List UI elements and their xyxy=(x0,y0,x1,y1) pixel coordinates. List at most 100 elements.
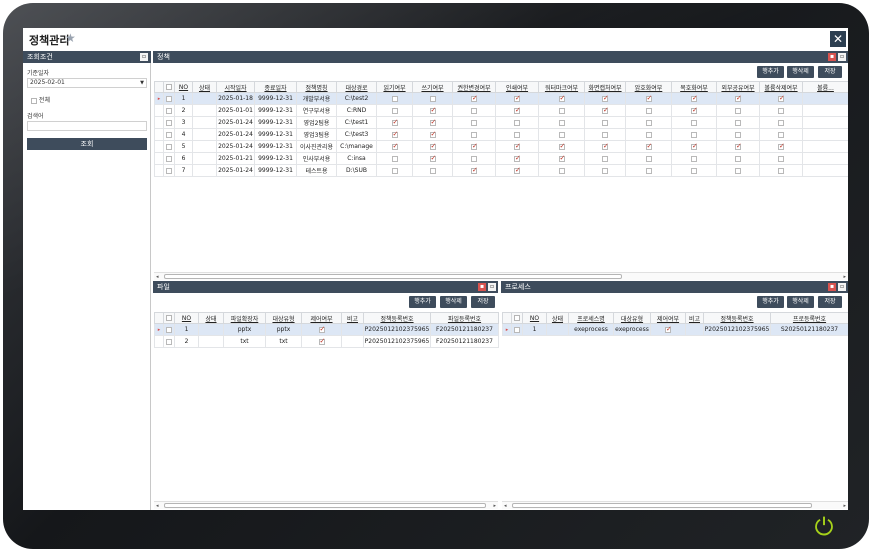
row-flag[interactable] xyxy=(716,140,760,153)
policy-flag-checkbox[interactable] xyxy=(429,142,436,150)
file-col-ext[interactable]: 파일확장자 xyxy=(223,312,266,324)
policy-col-capture[interactable]: 화면캡처여부 xyxy=(584,81,626,93)
policy-delete-row-button[interactable]: 행삭제 xyxy=(787,66,814,78)
row-flag[interactable] xyxy=(716,104,760,117)
control-checkbox[interactable] xyxy=(318,325,325,333)
row-flag[interactable] xyxy=(716,164,760,177)
row-flag[interactable] xyxy=(376,104,413,117)
policy-flag-checkbox[interactable] xyxy=(514,94,521,102)
policy-flag-checkbox[interactable] xyxy=(514,142,521,150)
policy-col-status[interactable]: 상태 xyxy=(192,81,217,93)
row-select-checkbox[interactable] xyxy=(166,95,172,102)
row-start-date[interactable]: 2025-01-24 xyxy=(216,128,255,141)
policy-col-no[interactable]: NO xyxy=(174,81,193,93)
row-flag[interactable] xyxy=(759,140,803,153)
policy-panel-red-icon[interactable]: ▪ xyxy=(828,53,836,61)
row-select-checkbox[interactable] xyxy=(166,326,172,333)
policy-col-watermark[interactable]: 워터마크여부 xyxy=(538,81,585,93)
row-flag[interactable] xyxy=(716,152,760,165)
row-flag[interactable] xyxy=(716,92,760,105)
row-flag[interactable] xyxy=(625,140,672,153)
process-panel-red-icon[interactable]: ▪ xyxy=(828,283,836,291)
policy-flag-checkbox[interactable] xyxy=(645,155,652,162)
row-end-date[interactable]: 9999-12-31 xyxy=(254,104,297,117)
row-policy-name[interactable]: 테스트용 xyxy=(296,164,337,177)
row-flag[interactable] xyxy=(452,104,496,117)
row-flag[interactable] xyxy=(584,164,626,177)
policy-flag-checkbox[interactable] xyxy=(778,107,784,114)
policy-col-volume-more[interactable]: 볼륨... xyxy=(802,81,848,93)
policy-flag-checkbox[interactable] xyxy=(558,167,565,174)
row-start-date[interactable]: 2025-01-24 xyxy=(216,164,255,177)
row-flag[interactable] xyxy=(538,104,585,117)
row-flag[interactable] xyxy=(759,116,803,129)
row-policy-name[interactable]: 개발부서용 xyxy=(296,92,337,105)
row-flag[interactable] xyxy=(495,152,539,165)
policy-horizontal-scrollbar[interactable]: ◂ ▸ xyxy=(154,272,848,280)
policy-flag-checkbox[interactable] xyxy=(429,95,436,102)
policy-flag-checkbox[interactable] xyxy=(471,94,478,102)
row-flag[interactable] xyxy=(452,92,496,105)
scroll-right-icon[interactable]: ▸ xyxy=(843,273,846,281)
process-save-button[interactable]: 저장 xyxy=(818,296,842,308)
policy-flag-checkbox[interactable] xyxy=(778,131,784,138)
policy-flag-checkbox[interactable] xyxy=(429,154,436,162)
policy-flag-checkbox[interactable] xyxy=(602,106,609,114)
collapse-panel-icon[interactable]: ▫ xyxy=(140,53,148,61)
row-end-date[interactable]: 9999-12-31 xyxy=(254,116,297,129)
row-flag[interactable] xyxy=(625,92,672,105)
all-toggle[interactable]: 전체 xyxy=(31,95,50,104)
row-note[interactable] xyxy=(341,323,364,336)
row-flag[interactable] xyxy=(376,140,413,153)
file-col-note[interactable]: 비고 xyxy=(341,312,364,324)
policy-flag-checkbox[interactable] xyxy=(391,95,398,102)
row-policy-name[interactable]: 영업2팀용 xyxy=(296,116,337,129)
power-icon[interactable]: ⏻ xyxy=(811,514,837,540)
row-process-name[interactable]: exeprocess xyxy=(568,323,614,336)
row-flag[interactable] xyxy=(412,152,453,165)
row-flag[interactable] xyxy=(538,140,585,153)
table-row[interactable]: 7 2025-01-24 9999-12-31 테스트용 D:\SUB xyxy=(154,164,848,177)
row-flag[interactable] xyxy=(625,128,672,141)
row-flag[interactable] xyxy=(584,116,626,129)
row-select-checkbox[interactable] xyxy=(166,119,172,126)
row-flag[interactable] xyxy=(671,140,717,153)
policy-flag-checkbox[interactable] xyxy=(514,154,521,162)
table-row[interactable]: ▸ 1 exeprocessexeprocess P2025012102375965S… xyxy=(502,323,848,336)
policy-flag-checkbox[interactable] xyxy=(645,119,652,126)
row-flag[interactable] xyxy=(376,164,413,177)
policy-flag-checkbox[interactable] xyxy=(691,106,698,114)
policy-flag-checkbox[interactable] xyxy=(391,118,398,126)
row-flag[interactable] xyxy=(671,164,717,177)
row-target-type[interactable]: exeprocess xyxy=(613,323,651,336)
policy-flag-checkbox[interactable] xyxy=(691,131,697,138)
row-flag[interactable] xyxy=(495,140,539,153)
select-all-checkbox[interactable] xyxy=(166,84,172,90)
row-end-date[interactable]: 9999-12-31 xyxy=(254,140,297,153)
row-flag[interactable] xyxy=(759,164,803,177)
row-flag[interactable] xyxy=(625,152,672,165)
search-button[interactable]: 조회 xyxy=(27,138,147,150)
policy-flag-checkbox[interactable] xyxy=(778,119,784,126)
policy-col-read[interactable]: 읽기여부 xyxy=(376,81,413,93)
row-file-ext[interactable]: pptx xyxy=(223,323,266,336)
file-scroll-left-icon[interactable]: ◂ xyxy=(156,502,159,510)
table-row[interactable]: 2 txttxt P2025012102375965F20250121180237 xyxy=(154,335,499,348)
policy-flag-checkbox[interactable] xyxy=(391,155,398,162)
process-col-name[interactable]: 프로세스명 xyxy=(568,312,614,324)
file-col-type[interactable]: 대상유형 xyxy=(265,312,302,324)
policy-flag-checkbox[interactable] xyxy=(391,107,398,114)
row-select[interactable] xyxy=(511,323,523,336)
policy-add-row-button[interactable]: 행추가 xyxy=(757,66,784,78)
policy-panel-maximize-icon[interactable]: ▫ xyxy=(838,53,846,61)
row-flag[interactable] xyxy=(625,164,672,177)
policy-col-perm[interactable]: 권한변경여부 xyxy=(452,81,496,93)
row-control[interactable] xyxy=(650,323,686,336)
row-select[interactable] xyxy=(163,104,175,117)
base-date-select[interactable]: 2025-02-01 ▼ xyxy=(27,78,147,88)
process-scroll-left-icon[interactable]: ◂ xyxy=(504,502,507,510)
process-delete-row-button[interactable]: 행삭제 xyxy=(787,296,814,308)
policy-flag-checkbox[interactable] xyxy=(514,131,520,138)
row-select-checkbox[interactable] xyxy=(166,155,172,162)
row-target-type[interactable]: txt xyxy=(265,335,302,348)
